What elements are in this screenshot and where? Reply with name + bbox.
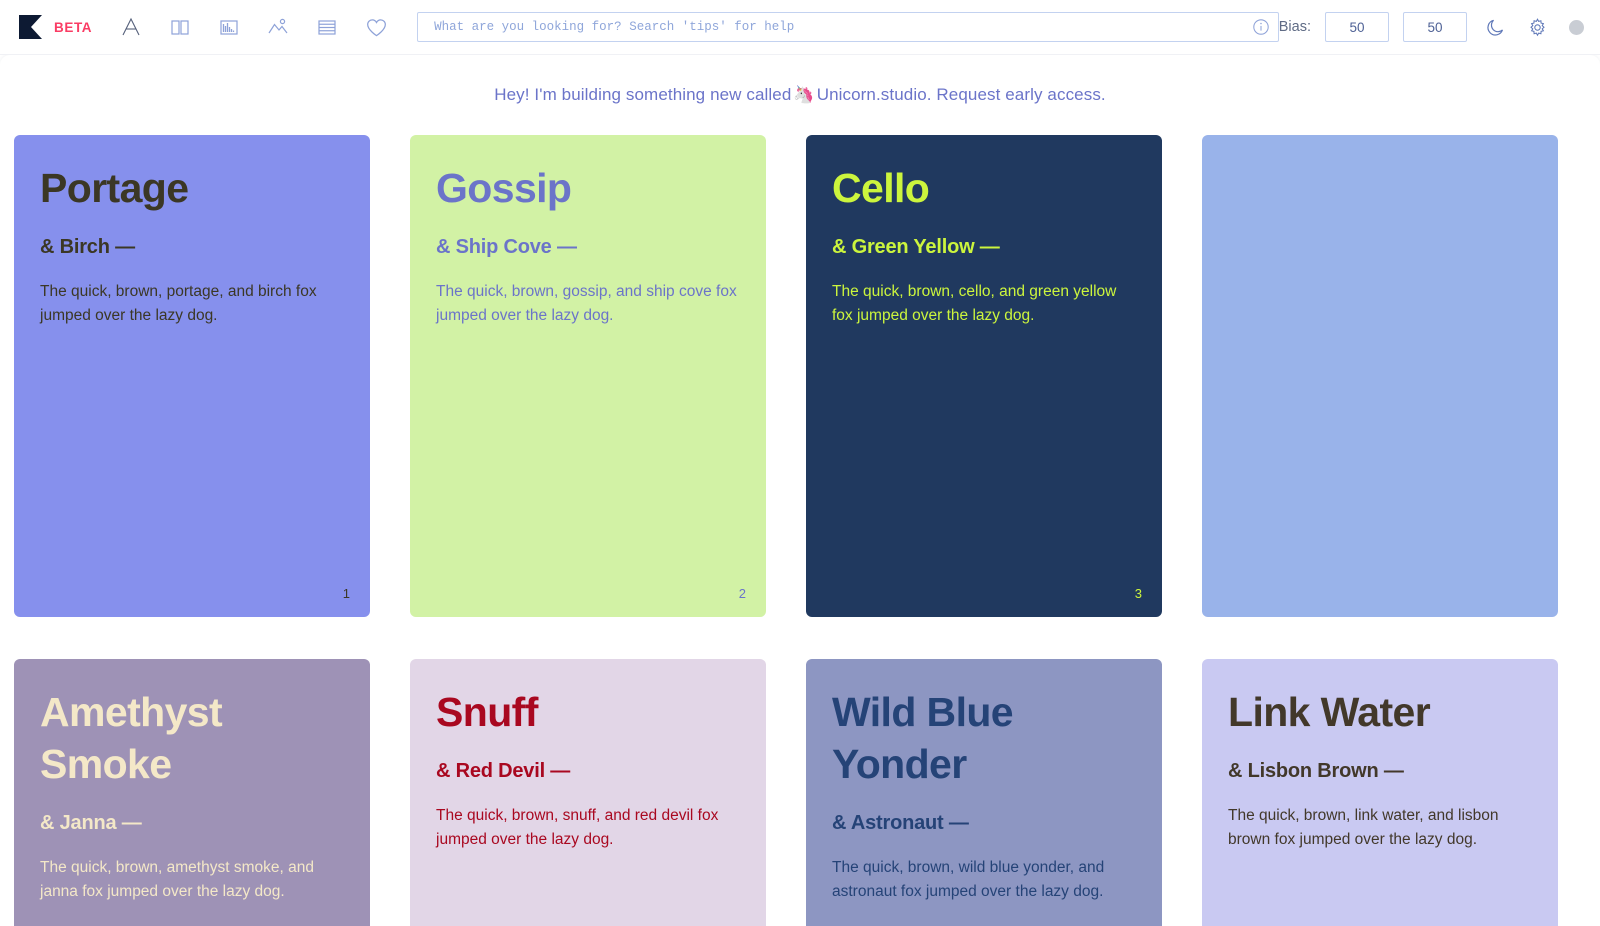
color-card-placeholder[interactable] [1202,135,1558,617]
banner-text-after: Unicorn.studio. Request early access. [817,85,1106,105]
top-toolbar: BETA [0,0,1600,55]
color-card[interactable]: Wild Blue Yonder & Astronaut — The quick… [806,659,1162,926]
color-card[interactable]: Amethyst Smoke & Janna — The quick, brow… [14,659,370,926]
card-index: 1 [343,586,350,601]
card-title: Portage [40,162,344,214]
card-body: The quick, brown, gossip, and ship cove … [436,280,740,327]
color-card[interactable]: Cello & Green Yellow — The quick, brown,… [806,135,1162,617]
bias-input-2[interactable] [1403,12,1467,42]
avatar[interactable] [1569,20,1584,35]
card-subtitle: & Janna — [40,812,344,835]
moon-icon[interactable] [1481,13,1509,41]
card-subtitle: & Red Devil — [436,760,740,783]
card-index: 2 [739,586,746,601]
beta-badge: BETA [54,20,92,35]
info-icon[interactable] [1252,18,1270,36]
announcement-banner[interactable]: Hey! I'm building something new called 🦄… [0,55,1600,135]
bias-label: Bias: [1279,19,1311,35]
columns-icon[interactable] [163,10,197,44]
unicorn-icon: 🦄 [793,85,814,105]
card-body: The quick, brown, cello, and green yello… [832,280,1136,327]
mountain-photo-icon[interactable] [261,10,295,44]
card-title: Snuff [436,686,740,738]
search-input[interactable] [417,12,1279,42]
card-index: 3 [1135,586,1142,601]
tool-icon-group [114,10,393,44]
brand[interactable]: BETA [18,14,92,40]
card-body: The quick, brown, amethyst smoke, and ja… [40,856,344,903]
card-subtitle: & Ship Cove — [436,236,740,259]
search-field-wrapper [417,12,1279,42]
card-title: Wild Blue Yonder [832,686,1136,790]
card-subtitle: & Astronaut — [832,812,1136,835]
card-title: Cello [832,162,1136,214]
card-body: The quick, brown, snuff, and red devil f… [436,804,740,851]
bias-input-1[interactable] [1325,12,1389,42]
gear-icon[interactable] [1523,13,1551,41]
card-subtitle: & Lisbon Brown — [1228,760,1532,783]
rows-icon[interactable] [310,10,344,44]
color-card[interactable]: Gossip & Ship Cove — The quick, brown, g… [410,135,766,617]
card-title: Amethyst Smoke [40,686,344,790]
card-body: The quick, brown, wild blue yonder, and … [832,856,1136,903]
bar-chart-icon[interactable] [212,10,246,44]
card-body: The quick, brown, portage, and birch fox… [40,280,344,327]
card-body: The quick, brown, link water, and lisbon… [1228,804,1532,851]
logo-icon [18,14,43,40]
color-card[interactable]: Portage & Birch — The quick, brown, port… [14,135,370,617]
typography-icon[interactable] [114,10,148,44]
heart-icon[interactable] [359,10,393,44]
color-card[interactable]: Link Water & Lisbon Brown — The quick, b… [1202,659,1558,926]
card-subtitle: & Green Yellow — [832,236,1136,259]
content-stage: Hey! I'm building something new called 🦄… [0,55,1600,926]
card-title: Gossip [436,162,740,214]
color-card[interactable]: Snuff & Red Devil — The quick, brown, sn… [410,659,766,926]
card-title: Link Water [1228,686,1532,738]
right-controls: Bias: [1279,12,1584,42]
card-subtitle: & Birch — [40,236,344,259]
banner-text-before: Hey! I'm building something new called [494,85,791,105]
color-card-grid: Portage & Birch — The quick, brown, port… [0,135,1600,926]
